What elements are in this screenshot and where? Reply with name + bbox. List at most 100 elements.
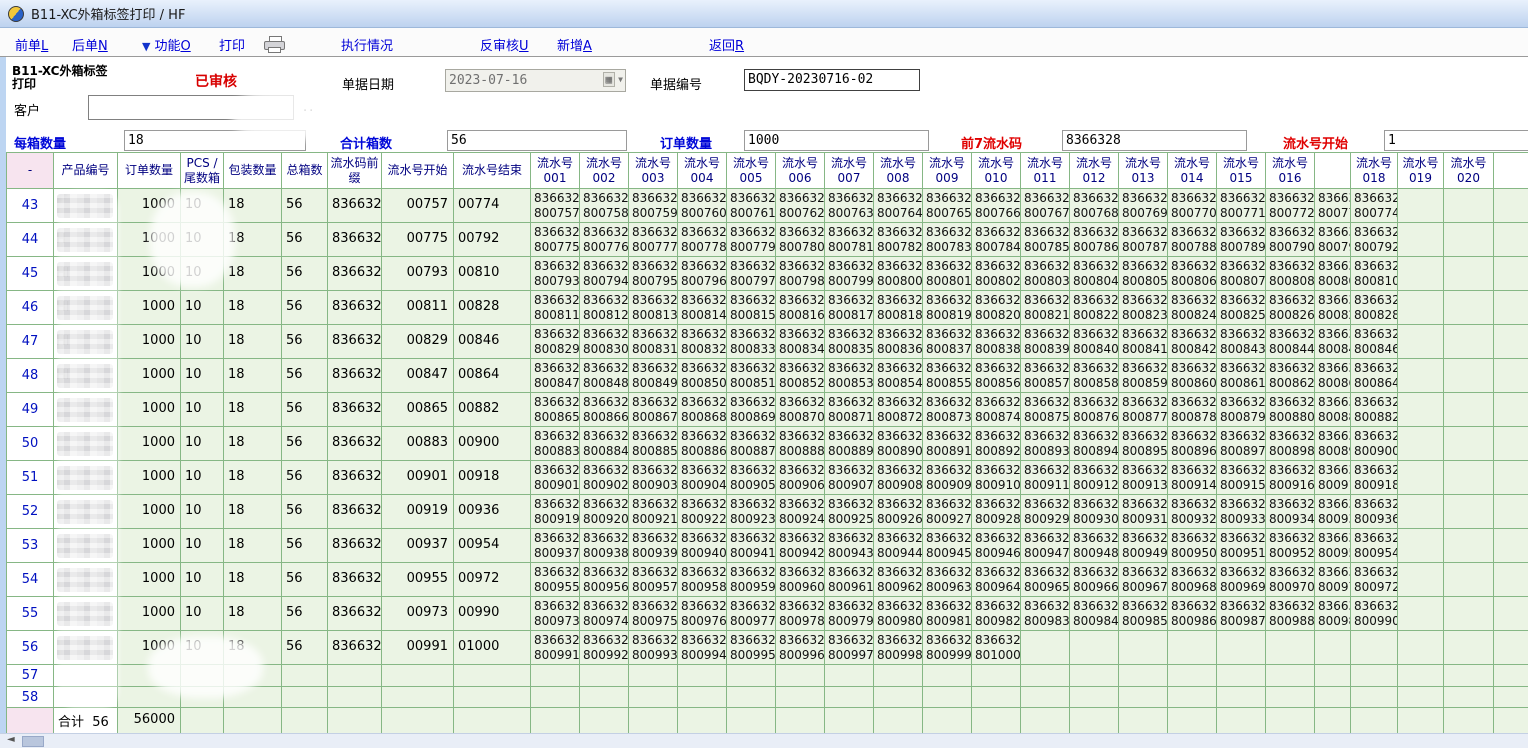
serial-cell[interactable]: 836632800906 bbox=[776, 461, 825, 495]
serial-cell[interactable]: 836632800878 bbox=[1168, 393, 1217, 427]
serial-cell[interactable]: 836632800979 bbox=[825, 597, 874, 631]
serial-cell[interactable]: 836632800920 bbox=[580, 495, 629, 529]
serial-cell[interactable]: 836632800917 bbox=[1315, 461, 1351, 495]
serial-cell[interactable] bbox=[1217, 631, 1266, 665]
serial-end-cell[interactable]: 00828 bbox=[454, 291, 531, 325]
serial-cell[interactable]: 836632800918 bbox=[1351, 461, 1398, 495]
empty-cell[interactable] bbox=[1494, 687, 1528, 708]
serial-cell[interactable]: 836632800962 bbox=[874, 563, 923, 597]
pcs-cell[interactable]: 10 bbox=[181, 597, 224, 631]
empty-cell[interactable] bbox=[825, 665, 874, 687]
serial-end-cell[interactable]: 00936 bbox=[454, 495, 531, 529]
pack-qty-cell[interactable]: 18 bbox=[224, 427, 282, 461]
row-number-cell[interactable]: 51 bbox=[7, 461, 54, 495]
serial-cell[interactable] bbox=[1398, 291, 1444, 325]
serial-cell[interactable]: 836632800764 bbox=[874, 189, 923, 223]
empty-cell[interactable] bbox=[1351, 687, 1398, 708]
serial-start-input[interactable]: 1 bbox=[1384, 130, 1528, 151]
serial-cell[interactable]: 836632800806 bbox=[1168, 257, 1217, 291]
serial-cell[interactable]: 836632800798 bbox=[776, 257, 825, 291]
pcs-cell[interactable]: 10 bbox=[181, 359, 224, 393]
serial-cell[interactable]: 836632800964 bbox=[972, 563, 1021, 597]
empty-cell[interactable] bbox=[825, 687, 874, 708]
scrollbar-thumb[interactable] bbox=[22, 736, 44, 747]
serial-cell[interactable]: 836632800834 bbox=[776, 325, 825, 359]
serial-cell[interactable]: 836632800760 bbox=[678, 189, 727, 223]
empty-cell[interactable] bbox=[282, 665, 328, 687]
prefix-cell[interactable]: 8366328 bbox=[328, 427, 382, 461]
serial-cell[interactable] bbox=[1444, 223, 1494, 257]
serial-cell[interactable]: 836632800808 bbox=[1266, 257, 1315, 291]
serial-cell[interactable] bbox=[1398, 223, 1444, 257]
serial-cell[interactable]: 836632800956 bbox=[580, 563, 629, 597]
serial-cell[interactable]: 836632800894 bbox=[1070, 427, 1119, 461]
scroll-left-arrow-icon[interactable]: ◄ bbox=[7, 734, 15, 745]
serial-cell[interactable]: 836632800949 bbox=[1119, 529, 1168, 563]
unaudit-button[interactable]: 反审核U bbox=[480, 35, 529, 54]
serial-cell[interactable]: 836632800992 bbox=[580, 631, 629, 665]
row-number-cell[interactable]: 48 bbox=[7, 359, 54, 393]
row-number-cell[interactable]: 55 bbox=[7, 597, 54, 631]
serial-cell[interactable]: 836632800888 bbox=[776, 427, 825, 461]
serial-cell[interactable]: 836632800787 bbox=[1119, 223, 1168, 257]
empty-cell[interactable] bbox=[776, 687, 825, 708]
serial-cell[interactable]: 836632800865 bbox=[531, 393, 580, 427]
prefix-cell[interactable]: 8366328 bbox=[328, 563, 382, 597]
serial-cell[interactable]: 836632800941 bbox=[727, 529, 776, 563]
total-boxes-cell[interactable]: 56 bbox=[282, 427, 328, 461]
serial-cell[interactable]: 836632800976 bbox=[678, 597, 727, 631]
serial-cell[interactable] bbox=[1444, 427, 1494, 461]
serial-cell[interactable]: 836632800942 bbox=[776, 529, 825, 563]
serial-cell[interactable] bbox=[1444, 257, 1494, 291]
serial-cell[interactable]: 836632800931 bbox=[1119, 495, 1168, 529]
serial-cell[interactable]: 836632800860 bbox=[1168, 359, 1217, 393]
serial-cell[interactable]: 836632800895 bbox=[1119, 427, 1168, 461]
empty-cell[interactable] bbox=[1021, 687, 1070, 708]
serial-cell[interactable]: 836632800988 bbox=[1266, 597, 1315, 631]
row-number-cell[interactable]: 49 bbox=[7, 393, 54, 427]
serial-cell[interactable]: 836632800953 bbox=[1315, 529, 1351, 563]
serial-end-cell[interactable]: 00846 bbox=[454, 325, 531, 359]
serial-cell[interactable] bbox=[1398, 257, 1444, 291]
serial-cell[interactable]: 836632800948 bbox=[1070, 529, 1119, 563]
serial-cell[interactable]: 836632800986 bbox=[1168, 597, 1217, 631]
row-number-cell[interactable]: 44 bbox=[7, 223, 54, 257]
serial-cell[interactable]: 836632800893 bbox=[1021, 427, 1070, 461]
pack-qty-cell[interactable]: 18 bbox=[224, 359, 282, 393]
serial-cell[interactable]: 836632800944 bbox=[874, 529, 923, 563]
empty-cell[interactable] bbox=[1070, 687, 1119, 708]
serial-cell[interactable]: 836632800890 bbox=[874, 427, 923, 461]
serial-cell[interactable]: 836632800935 bbox=[1315, 495, 1351, 529]
serial-cell[interactable]: 836632800905 bbox=[727, 461, 776, 495]
serial-cell[interactable]: 836632800810 bbox=[1351, 257, 1398, 291]
serial-cell[interactable]: 836632800957 bbox=[629, 563, 678, 597]
prev-doc-button[interactable]: 前单L bbox=[15, 35, 48, 54]
serial-cell[interactable]: 836632800782 bbox=[874, 223, 923, 257]
serial-cell[interactable]: 836632800980 bbox=[874, 597, 923, 631]
serial-cell[interactable]: 836632800985 bbox=[1119, 597, 1168, 631]
serial-cell[interactable]: 836632800915 bbox=[1217, 461, 1266, 495]
serial-cell[interactable] bbox=[1021, 631, 1070, 665]
serial-cell[interactable]: 836632800882 bbox=[1351, 393, 1398, 427]
serial-cell[interactable]: 836632800908 bbox=[874, 461, 923, 495]
add-new-button[interactable]: 新增A bbox=[557, 35, 592, 54]
serial-cell[interactable]: 836632800832 bbox=[678, 325, 727, 359]
serial-cell[interactable]: 836632800934 bbox=[1266, 495, 1315, 529]
serial-cell[interactable]: 836632800913 bbox=[1119, 461, 1168, 495]
serial-cell[interactable]: 836632800826 bbox=[1266, 291, 1315, 325]
serial-cell[interactable]: 836632800766 bbox=[972, 189, 1021, 223]
pcs-cell[interactable]: 10 bbox=[181, 427, 224, 461]
serial-cell[interactable]: 836632800836 bbox=[874, 325, 923, 359]
serial-cell[interactable]: 836632800903 bbox=[629, 461, 678, 495]
serial-start-cell[interactable]: 00811 bbox=[382, 291, 454, 325]
serial-start-cell[interactable]: 00883 bbox=[382, 427, 454, 461]
serial-cell[interactable]: 836632800868 bbox=[678, 393, 727, 427]
serial-cell[interactable]: 836632800795 bbox=[629, 257, 678, 291]
serial-cell[interactable]: 836632800912 bbox=[1070, 461, 1119, 495]
serial-end-cell[interactable]: 00954 bbox=[454, 529, 531, 563]
serial-cell[interactable]: 836632800844 bbox=[1266, 325, 1315, 359]
serial-cell[interactable]: 836632800774 bbox=[1351, 189, 1398, 223]
total-boxes-cell[interactable]: 56 bbox=[282, 631, 328, 665]
serial-cell[interactable]: 836632800994 bbox=[678, 631, 727, 665]
serial-cell[interactable]: 836632800961 bbox=[825, 563, 874, 597]
